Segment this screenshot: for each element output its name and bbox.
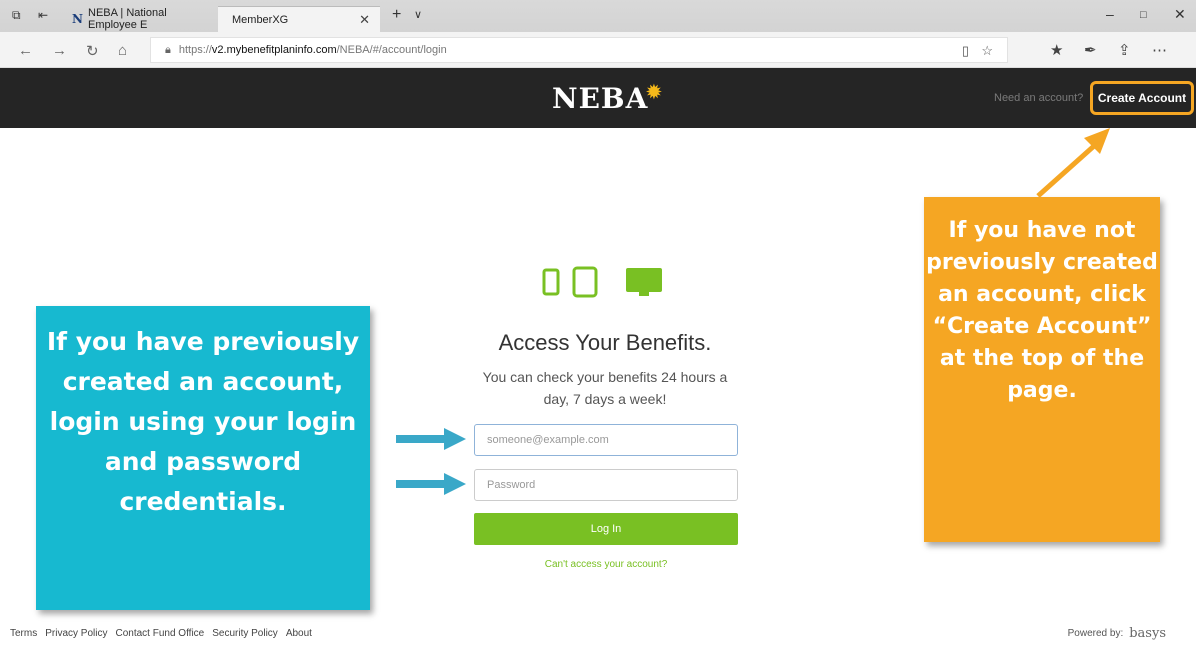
footer-link-contact[interactable]: Contact Fund Office (115, 628, 204, 639)
cant-access-link[interactable]: Can't access your account? (474, 559, 738, 570)
chevron-down-icon[interactable]: ∨ (414, 8, 422, 21)
tab-memberxg[interactable]: MemberXG ✕ (218, 6, 380, 32)
pen-icon[interactable]: ✒ (1084, 41, 1097, 59)
footer-link-terms[interactable]: Terms (10, 628, 37, 639)
more-icon[interactable]: ⋯ (1152, 41, 1167, 59)
favorite-star-icon[interactable]: ☆ (981, 43, 993, 59)
password-arrow-icon (396, 473, 466, 495)
home-icon[interactable]: ⌂ (118, 42, 127, 59)
login-button[interactable]: Log In (474, 513, 738, 545)
favorites-hub-icon[interactable]: ★ (1050, 41, 1063, 59)
footer-link-about[interactable]: About (286, 628, 312, 639)
browser-address-bar: ← → ↻ ⌂ 🔒︎ https:// v2.mybenefitplaninfo… (0, 32, 1196, 68)
login-subtitle: You can check your benefits 24 hours a d… (482, 369, 728, 407)
create-account-arrow-icon (1036, 128, 1110, 198)
window-close-icon[interactable]: ✕ (1174, 6, 1186, 23)
refresh-icon[interactable]: ↻ (86, 42, 99, 60)
neba-favicon-icon: N (72, 12, 83, 26)
powered-by-label: Powered by: (1067, 628, 1124, 639)
url-prefix: https:// (178, 44, 212, 56)
basys-logo[interactable]: basys (1129, 626, 1166, 641)
reading-view-icon[interactable]: ▯ (962, 43, 969, 59)
email-arrow-icon (396, 428, 466, 450)
page: ⧉ ⇤ N NEBA | National Employee E MemberX… (0, 0, 1196, 646)
footer-links: Terms Privacy Policy Contact Fund Office… (10, 628, 312, 639)
url-field[interactable]: 🔒︎ https:// v2.mybenefitplaninfo.com /NE… (150, 37, 1008, 63)
tab-label: MemberXG (232, 13, 289, 26)
footer-link-privacy[interactable]: Privacy Policy (45, 628, 107, 639)
create-account-button[interactable]: Create Account (1090, 81, 1194, 115)
share-icon[interactable]: ⇪ (1118, 41, 1131, 59)
neba-logo[interactable]: NEBA✹ (552, 82, 662, 115)
login-instruction-callout: If you have previously created an accoun… (36, 306, 370, 610)
footer-link-security[interactable]: Security Policy (212, 628, 278, 639)
tab-actions-icon[interactable]: ⧉ (12, 8, 21, 23)
sun-icon: ✹ (646, 82, 663, 103)
devices-icon (542, 266, 662, 298)
back-icon[interactable]: ← (18, 42, 33, 59)
url-host: v2.mybenefitplaninfo.com (211, 44, 337, 56)
login-title: Access Your Benefits. (498, 330, 712, 355)
tab-neba[interactable]: N NEBA | National Employee E (66, 6, 216, 32)
forward-icon[interactable]: → (52, 42, 67, 59)
email-field[interactable] (474, 424, 738, 456)
site-header: NEBA✹ Need an account? Create Account (0, 68, 1196, 128)
tab-label: NEBA | National Employee E (88, 7, 167, 31)
lock-icon: 🔒︎ (165, 43, 171, 56)
browser-tab-bar: ⧉ ⇤ N NEBA | National Employee E MemberX… (0, 0, 1196, 32)
url-path: /NEBA/#/account/login (336, 44, 447, 56)
need-account-text: Need an account? (994, 92, 1084, 104)
minimize-icon[interactable]: – (1106, 6, 1114, 22)
password-field[interactable] (474, 469, 738, 501)
new-tab-icon[interactable]: + (392, 6, 401, 24)
create-account-instruction-callout: If you have not previously created an ac… (924, 197, 1160, 542)
maximize-icon[interactable]: □ (1140, 9, 1147, 21)
close-icon[interactable]: ✕ (359, 12, 370, 28)
tab-preview-icon[interactable]: ⇤ (38, 8, 48, 22)
powered-by: Powered by: basys (1068, 626, 1166, 641)
